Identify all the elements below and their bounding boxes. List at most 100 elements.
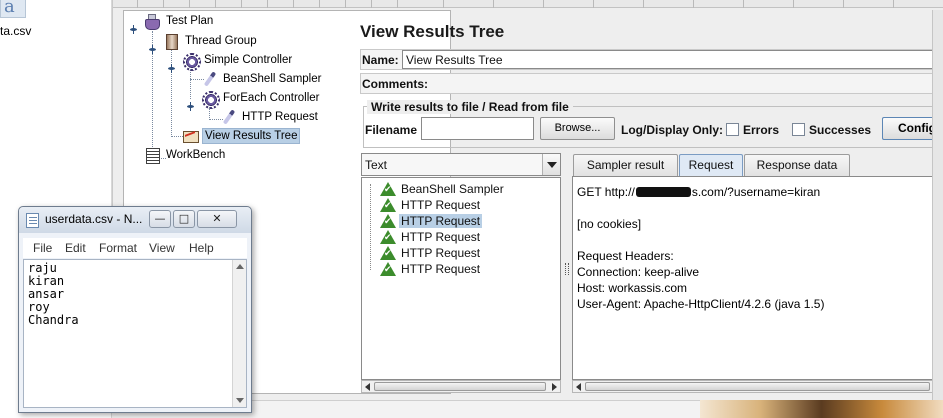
- pipette-icon: [201, 71, 217, 87]
- tree-node-label: Test Plan: [166, 15, 214, 27]
- filename-field[interactable]: [421, 117, 534, 140]
- oscilloscope-icon: [182, 128, 199, 144]
- scroll-left-icon[interactable]: [365, 383, 370, 391]
- filename-label: Filename: [365, 123, 418, 137]
- write-results-group-title: Write results to file / Read from file: [367, 100, 573, 114]
- header-user-agent: User-Agent: Apache-HttpClient/4.2.6 (jav…: [577, 297, 825, 311]
- detail-horizontal-scrollbar[interactable]: [572, 380, 943, 393]
- success-icon: [380, 214, 396, 228]
- expand-handle-icon[interactable]: [168, 64, 175, 73]
- tree-node-test-plan[interactable]: Test Plan: [144, 12, 215, 30]
- success-icon: [380, 230, 396, 244]
- maximize-button[interactable]: □: [173, 210, 195, 228]
- request-line: GET http:// s.com/?username=kiran: [577, 185, 820, 199]
- menu-edit[interactable]: Edit: [65, 241, 86, 255]
- header-connection: Connection: keep-alive: [577, 265, 700, 279]
- tree-node-http-request[interactable]: HTTP Request: [220, 108, 320, 126]
- scroll-thumb[interactable]: [585, 382, 930, 391]
- desktop-file-icon[interactable]: a ta.csv: [0, 0, 60, 46]
- tree-node-view-results-tree[interactable]: View Results Tree: [182, 127, 301, 145]
- tree-node-label: View Results Tree: [202, 128, 301, 144]
- tab-request[interactable]: Request: [679, 154, 743, 176]
- result-label: BeanShell Sampler: [401, 182, 504, 196]
- notepad-window: userdata.csv - N... — □ ✕ File Edit Form…: [18, 206, 252, 413]
- chevron-down-icon[interactable]: [542, 154, 560, 175]
- notepad-text-area[interactable]: raju kiran ansar roy Chandra: [23, 259, 247, 408]
- split-pane-divider[interactable]: [564, 153, 569, 393]
- result-item[interactable]: HTTP Request: [380, 261, 482, 277]
- tree-node-simple-controller[interactable]: Simple Controller: [182, 51, 294, 71]
- request-detail: GET http:// s.com/?username=kiran [no coo…: [572, 176, 943, 380]
- renderer-value: Text: [365, 158, 388, 172]
- menu-help[interactable]: Help: [189, 241, 214, 255]
- successes-label: Successes: [809, 123, 872, 137]
- expand-handle-icon[interactable]: [149, 45, 156, 54]
- spool-icon: [163, 33, 179, 50]
- cookies-line: [no cookies]: [577, 217, 642, 231]
- headers-title: Request Headers:: [577, 249, 674, 263]
- renderer-select[interactable]: Text: [361, 153, 561, 176]
- name-label: Name:: [362, 53, 399, 67]
- tree-node-label: WorkBench: [166, 149, 226, 161]
- redaction-mark: [635, 187, 691, 197]
- scroll-left-icon[interactable]: [576, 383, 581, 391]
- results-horizontal-scrollbar[interactable]: [361, 380, 561, 393]
- page-title: View Results Tree: [360, 22, 505, 41]
- expand-handle-icon[interactable]: [187, 102, 194, 111]
- result-item-selected[interactable]: HTTP Request: [380, 213, 483, 229]
- errors-label: Errors: [743, 123, 780, 137]
- menu-format[interactable]: Format: [99, 241, 137, 255]
- tab-sampler-result[interactable]: Sampler result: [573, 154, 678, 176]
- scroll-right-icon[interactable]: [552, 383, 557, 391]
- background-photo: [700, 398, 943, 418]
- result-label: HTTP Request: [401, 246, 481, 260]
- browse-button[interactable]: Browse...: [540, 117, 615, 140]
- result-item[interactable]: BeanShell Sampler: [380, 181, 506, 197]
- request-url-suffix: s.com/?username=kiran: [691, 185, 821, 199]
- panel-vertical-scrollbar[interactable]: [932, 10, 943, 400]
- flask-icon: [144, 13, 160, 30]
- name-field[interactable]: View Results Tree: [402, 50, 943, 69]
- scroll-thumb[interactable]: [374, 382, 546, 391]
- notepad-titlebar[interactable]: userdata.csv - N... — □ ✕: [19, 207, 251, 233]
- result-label: HTTP Request: [399, 214, 483, 228]
- menu-view[interactable]: View: [149, 241, 175, 255]
- tree-node-label: HTTP Request: [242, 111, 318, 123]
- result-label: HTTP Request: [401, 198, 481, 212]
- log-display-label: Log/Display Only:: [621, 123, 724, 137]
- notepad-content: raju kiran ansar roy Chandra: [28, 262, 79, 327]
- header-host: Host: workassis.com: [577, 281, 688, 295]
- toolbar: [113, 0, 943, 8]
- menu-file[interactable]: File: [33, 241, 52, 255]
- file-thumbnail-icon: a: [0, 0, 26, 18]
- tree-node-workbench[interactable]: WorkBench: [144, 146, 227, 164]
- expand-handle-icon[interactable]: [130, 25, 137, 34]
- result-label: HTTP Request: [401, 230, 481, 244]
- tree-node-thread-group[interactable]: Thread Group: [163, 32, 259, 50]
- result-item[interactable]: HTTP Request: [380, 229, 482, 245]
- text-line: Chandra: [28, 313, 79, 327]
- notepad-menu-bar: File Edit Format View Help: [23, 238, 247, 258]
- result-item[interactable]: HTTP Request: [380, 245, 482, 261]
- tree-node-label: BeanShell Sampler: [223, 73, 322, 85]
- errors-checkbox[interactable]: [726, 123, 739, 136]
- comments-row: [360, 73, 943, 94]
- close-button[interactable]: ✕: [197, 210, 237, 228]
- notepad-title: userdata.csv - N...: [45, 212, 143, 226]
- pipette-icon: [220, 109, 236, 125]
- tree-node-beanshell-sampler[interactable]: BeanShell Sampler: [201, 70, 323, 88]
- tree-node-label: ForEach Controller: [223, 92, 320, 104]
- tab-response-data[interactable]: Response data: [744, 154, 850, 176]
- tree-node-label: Thread Group: [185, 35, 257, 47]
- notepad-vertical-scrollbar[interactable]: [232, 260, 246, 407]
- tree-node-foreach-controller[interactable]: ForEach Controller: [201, 89, 322, 109]
- result-item[interactable]: HTTP Request: [380, 197, 482, 213]
- results-list: BeanShell Sampler HTTP Request HTTP Requ…: [361, 177, 561, 380]
- request-url-prefix: GET http://: [577, 185, 635, 199]
- gear-icon: [182, 52, 201, 71]
- successes-checkbox[interactable]: [792, 123, 805, 136]
- desktop-file-label: ta.csv: [0, 24, 32, 38]
- comments-label: Comments:: [362, 77, 429, 91]
- result-label: HTTP Request: [401, 262, 481, 276]
- minimize-button[interactable]: —: [149, 210, 171, 228]
